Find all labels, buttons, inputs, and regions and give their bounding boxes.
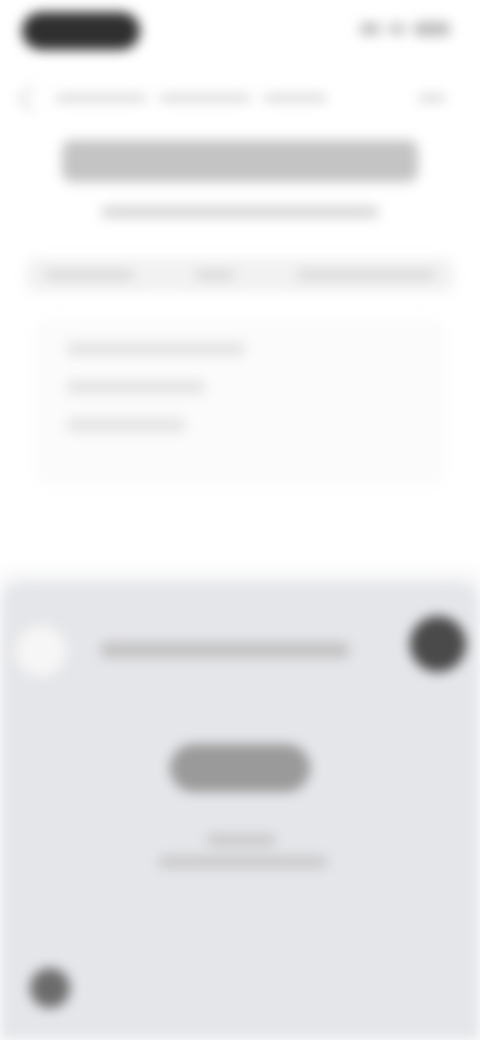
bottom-edge xyxy=(0,1010,480,1040)
placeholder-graphic xyxy=(170,744,310,792)
menu-icon[interactable] xyxy=(30,968,70,1008)
breadcrumb-3[interactable] xyxy=(263,94,327,102)
chevron-left-icon[interactable] xyxy=(18,84,45,112)
sheet-label xyxy=(100,642,350,658)
breadcrumb-1[interactable] xyxy=(55,94,147,102)
content-card xyxy=(34,318,446,486)
blurred-screen xyxy=(0,0,480,1040)
tab-1[interactable] xyxy=(44,270,134,280)
tab-2[interactable] xyxy=(195,270,235,280)
hero xyxy=(62,140,418,218)
sheet-caption-2 xyxy=(158,856,328,868)
more-button[interactable] xyxy=(418,94,446,102)
card-line-1 xyxy=(66,342,246,356)
wifi-icon xyxy=(388,23,406,35)
breadcrumb-2[interactable] xyxy=(159,94,251,102)
battery-icon xyxy=(414,22,450,36)
signal-icon xyxy=(360,23,380,35)
card-line-2 xyxy=(66,380,206,394)
top-toolbar xyxy=(18,82,458,114)
profile-icon[interactable] xyxy=(410,616,466,672)
card-line-3 xyxy=(66,418,186,432)
page-title xyxy=(62,140,418,182)
tab-strip xyxy=(26,258,454,292)
status-bar xyxy=(0,0,480,64)
sheet-caption-1 xyxy=(206,834,276,846)
status-right xyxy=(360,22,450,36)
status-pill xyxy=(22,12,140,50)
avatar-icon[interactable] xyxy=(14,624,68,678)
tab-3[interactable] xyxy=(296,270,436,280)
page-subtitle xyxy=(101,206,379,218)
